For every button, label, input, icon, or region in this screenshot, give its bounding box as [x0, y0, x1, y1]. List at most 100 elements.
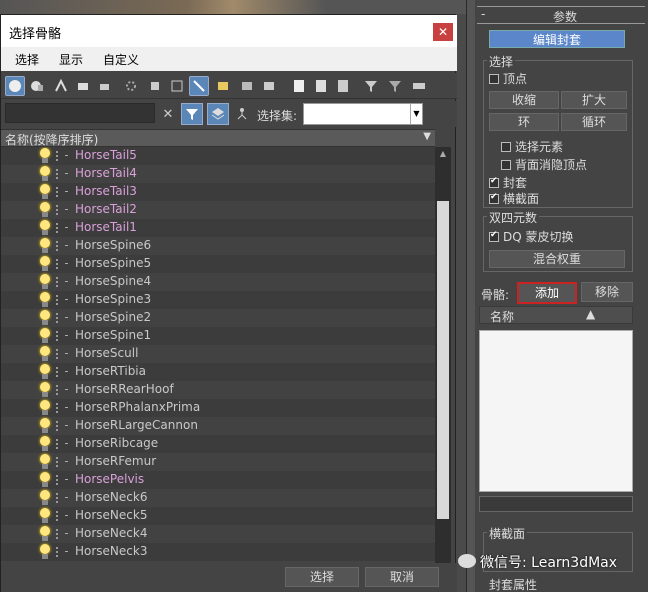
list-item[interactable]: HorseTail3	[1, 183, 435, 201]
list-item[interactable]: HorseTail5	[1, 147, 435, 165]
vertex-checkbox[interactable]: 顶点	[489, 70, 527, 87]
display-groups-icon[interactable]	[167, 76, 187, 96]
name-column-header[interactable]: 名称(按降序排序) ▼	[1, 129, 435, 147]
list-item[interactable]: HorseRibcage	[1, 435, 435, 453]
blend-weights-button[interactable]: 混合权重	[489, 250, 625, 268]
lightbulb-icon[interactable]	[39, 400, 51, 416]
lightbulb-icon[interactable]	[39, 364, 51, 380]
lightbulb-icon[interactable]	[39, 256, 51, 272]
panel-scrollbar[interactable]	[467, 0, 475, 592]
name-filter-input[interactable]	[5, 103, 155, 123]
list-item[interactable]: HorseNeck5	[1, 507, 435, 525]
select-none-icon[interactable]	[311, 76, 331, 96]
display-all-icon[interactable]	[5, 76, 25, 96]
list-item[interactable]: HorseScull	[1, 345, 435, 363]
lightbulb-icon[interactable]	[39, 274, 51, 290]
scroll-thumb[interactable]	[437, 201, 449, 519]
list-item[interactable]: HorseRPhalanxPrima	[1, 399, 435, 417]
grow-button[interactable]: 扩大	[561, 91, 627, 109]
layers-toggle-icon[interactable]	[207, 103, 229, 125]
envelope-checkbox[interactable]: 封套	[489, 174, 527, 191]
add-bone-button[interactable]: 添加	[517, 282, 577, 304]
scroll-up-icon[interactable]: ▲	[435, 147, 451, 161]
lightbulb-icon[interactable]	[39, 508, 51, 524]
display-xrefs-icon[interactable]	[237, 76, 257, 96]
cross-section-checkbox[interactable]: 横截面	[489, 190, 539, 207]
bones-label: 骨骼:	[481, 288, 510, 302]
list-item[interactable]: HorseSpine4	[1, 273, 435, 291]
list-item[interactable]: HorseNeck6	[1, 489, 435, 507]
lightbulb-icon[interactable]	[39, 238, 51, 254]
lightbulb-icon[interactable]	[39, 472, 51, 488]
lightbulb-icon[interactable]	[39, 382, 51, 398]
list-item[interactable]: HorseSpine2	[1, 309, 435, 327]
hierarchy-icon[interactable]	[231, 103, 253, 125]
lightbulb-icon[interactable]	[39, 310, 51, 326]
cancel-button[interactable]: 取消	[365, 567, 439, 587]
bones-list[interactable]	[479, 330, 633, 492]
lightbulb-icon[interactable]	[39, 328, 51, 344]
lightbulb-icon[interactable]	[39, 490, 51, 506]
lightbulb-icon[interactable]	[39, 436, 51, 452]
select-button[interactable]: 选择	[285, 567, 359, 587]
remove-bone-button[interactable]: 移除	[581, 282, 633, 302]
list-item[interactable]: HorseRFemur	[1, 453, 435, 471]
list-item[interactable]: HorseTail4	[1, 165, 435, 183]
case-sensitive-filter-icon[interactable]	[181, 103, 203, 125]
display-lights-icon[interactable]	[73, 76, 93, 96]
list-item[interactable]: HorseSpine6	[1, 237, 435, 255]
list-item[interactable]: HorseRTibia	[1, 363, 435, 381]
lightbulb-icon[interactable]	[39, 544, 51, 560]
edit-envelope-button[interactable]: 编辑封套	[489, 30, 625, 48]
select-invert-icon[interactable]	[333, 76, 353, 96]
menu-display[interactable]: 显示	[59, 51, 83, 68]
display-bones-icon[interactable]	[189, 76, 209, 96]
lightbulb-icon[interactable]	[39, 418, 51, 434]
dq-skinning-checkbox[interactable]: DQ 蒙皮切换	[489, 228, 574, 245]
lightbulb-icon[interactable]	[39, 454, 51, 470]
select-element-checkbox[interactable]: 选择元素	[501, 138, 563, 155]
display-geometry-icon[interactable]	[27, 76, 47, 96]
lightbulb-icon[interactable]	[39, 526, 51, 542]
list-item[interactable]: HorseTail1	[1, 219, 435, 237]
list-item[interactable]: HorsePelvis	[1, 471, 435, 489]
menu-customize[interactable]: 自定义	[103, 51, 139, 68]
selection-set-dropdown[interactable]: ▼	[303, 103, 423, 125]
display-shapes-icon[interactable]	[51, 76, 71, 96]
list-item[interactable]: HorseTail2	[1, 201, 435, 219]
bones-name-header[interactable]: 名称 ▲	[479, 306, 633, 324]
filter-options-icon[interactable]	[385, 76, 405, 96]
display-cameras-icon[interactable]	[95, 76, 115, 96]
lightbulb-icon[interactable]	[39, 346, 51, 362]
ring-button[interactable]: 环	[489, 113, 559, 131]
bones-search-field[interactable]	[479, 496, 633, 512]
clear-filter-button[interactable]: ✕	[157, 103, 179, 125]
select-all-icon[interactable]	[289, 76, 309, 96]
lightbulb-icon[interactable]	[39, 184, 51, 200]
lightbulb-icon[interactable]	[39, 202, 51, 218]
list-item[interactable]: HorseRRearHoof	[1, 381, 435, 399]
list-scrollbar[interactable]: ▲ ▼	[435, 147, 451, 575]
lightbulb-icon[interactable]	[39, 148, 51, 164]
display-helpers-icon[interactable]	[121, 76, 141, 96]
loop-button[interactable]: 循环	[561, 113, 627, 131]
display-frozen-icon[interactable]	[259, 76, 279, 96]
list-item[interactable]: HorseRLargeCannon	[1, 417, 435, 435]
lightbulb-icon[interactable]	[39, 166, 51, 182]
close-button[interactable]: ✕	[433, 23, 453, 41]
layer-icon[interactable]	[409, 76, 429, 96]
filter-icon[interactable]	[361, 76, 381, 96]
parameters-rollout-header[interactable]: - 参数	[477, 6, 645, 24]
list-item[interactable]: HorseSpine3	[1, 291, 435, 309]
backface-cull-checkbox[interactable]: 背面消隐顶点	[501, 156, 587, 173]
display-containers-icon[interactable]	[213, 76, 233, 96]
shrink-button[interactable]: 收缩	[489, 91, 559, 109]
display-spacewarps-icon[interactable]	[145, 76, 165, 96]
menu-select[interactable]: 选择	[15, 51, 39, 68]
list-item[interactable]: HorseNeck4	[1, 525, 435, 543]
lightbulb-icon[interactable]	[39, 292, 51, 308]
lightbulb-icon[interactable]	[39, 220, 51, 236]
list-item[interactable]: HorseSpine1	[1, 327, 435, 345]
list-item[interactable]: HorseNeck3	[1, 543, 435, 561]
list-item[interactable]: HorseSpine5	[1, 255, 435, 273]
